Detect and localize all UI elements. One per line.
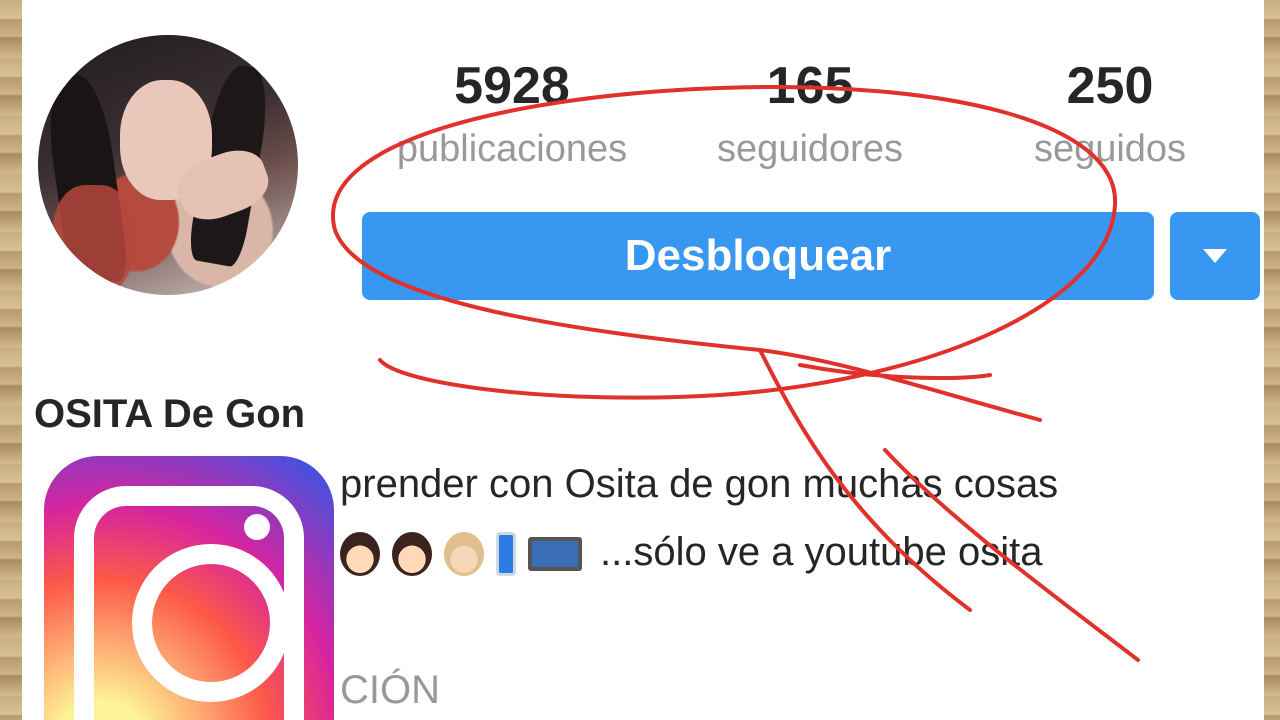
wood-border-right: [1264, 0, 1280, 720]
blond-girl-emoji: [444, 532, 484, 577]
stat-following[interactable]: 250 seguidos: [960, 60, 1260, 168]
profile-name: OSITA De Gon: [34, 392, 306, 436]
following-label: seguidos: [1033, 128, 1187, 170]
following-count: 250: [1066, 57, 1154, 115]
bio-emojis: [340, 532, 582, 577]
bio-line-1: prender con Osita de gon muchas cosas: [340, 462, 1059, 506]
profile-avatar[interactable]: [38, 35, 298, 295]
laptop-emoji: [528, 537, 582, 572]
posts-label: publicaciones: [396, 128, 628, 170]
phone-emoji: [496, 532, 516, 577]
stat-posts[interactable]: 5928 publicaciones: [362, 60, 662, 168]
girl-emoji: [340, 532, 380, 577]
section-header: CIÓN: [340, 668, 440, 712]
stat-followers[interactable]: 165 seguidores: [660, 60, 960, 168]
instagram-logo: [44, 456, 334, 720]
wood-border-left: [0, 0, 22, 720]
suggestions-dropdown-button[interactable]: [1170, 212, 1260, 300]
bio-line-2-text: ...sólo ve a youtube osita: [600, 530, 1043, 574]
posts-count: 5928: [454, 57, 570, 115]
caret-down-icon: [1203, 249, 1227, 263]
followers-count: 165: [766, 57, 854, 115]
girl-emoji: [392, 532, 432, 577]
followers-label: seguidores: [717, 128, 903, 170]
bio-line-2: ...sólo ve a youtube osita: [340, 530, 1043, 577]
unblock-button[interactable]: Desbloquear: [362, 212, 1154, 300]
